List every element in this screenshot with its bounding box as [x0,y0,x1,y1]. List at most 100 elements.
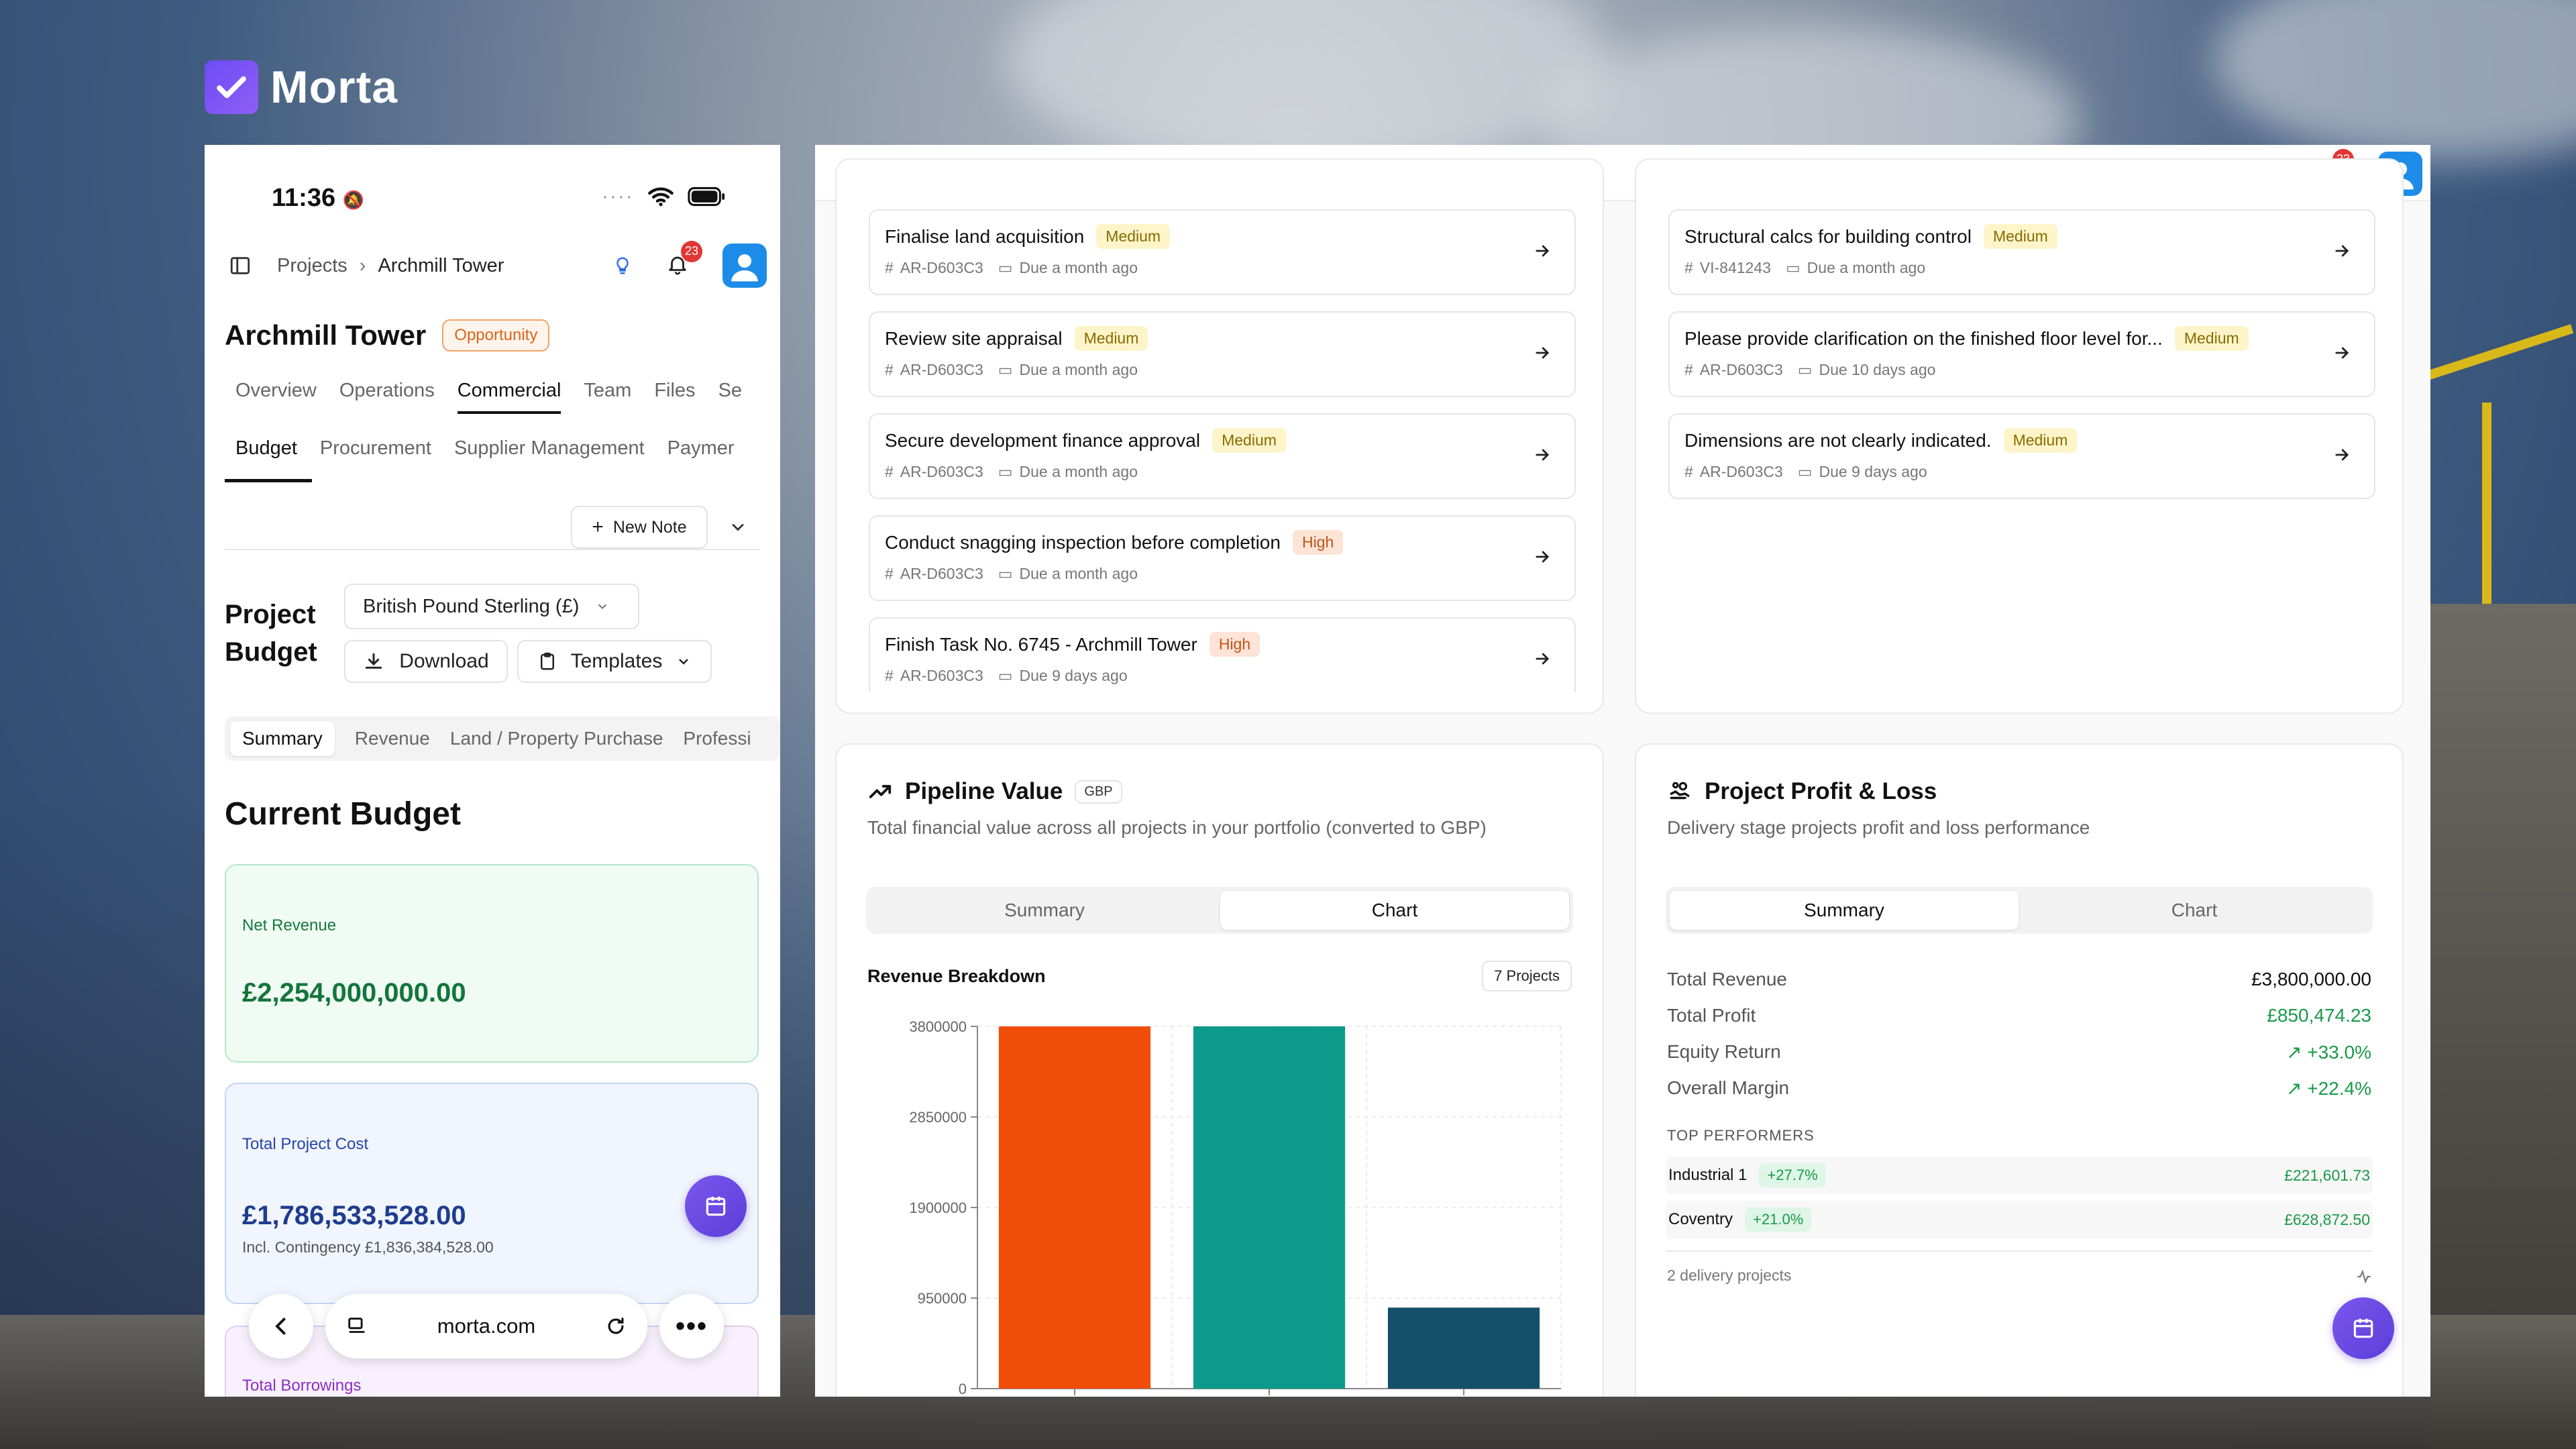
tab-revenue[interactable]: Revenue [355,728,430,749]
arrow-right-icon[interactable] [1533,649,1552,668]
ellipsis-icon: ••• [675,1311,708,1341]
calendar-icon: ▭ [1785,259,1801,276]
signal-icon: ···· [602,185,634,207]
tab-commercial[interactable]: Commercial [457,380,561,414]
hash-icon: # [1684,361,1693,378]
calendar-fab-button[interactable] [685,1175,747,1237]
toggle-chart[interactable]: Chart [2020,891,2369,930]
tab-summary[interactable]: Summary [230,721,335,756]
revenue-bar-chart: 0 950000 1900000 2850000 3800000 [909,1018,1562,1397]
task-item[interactable]: Dimensions are not clearly indicated. Med… [1668,413,2375,499]
currency-value: British Pound Sterling (£) [363,595,580,617]
task-item[interactable]: Review site appraisal Medium # AR-D603C3 ▭ D… [869,311,1576,397]
breadcrumb-current[interactable]: Archmill Tower [378,255,504,277]
tabs-icon [348,1318,365,1333]
arrow-right-icon[interactable] [2332,343,2351,362]
y-tick-label: 3800000 [909,1018,967,1035]
new-note-button[interactable]: + New Note [571,506,708,549]
task-title: Conduct snagging inspection before compl… [885,531,1281,553]
pl-title: Project Profit & Loss [1705,778,1937,804]
tab-overview[interactable]: Overview [235,380,317,414]
performer-change: +21.0% [1745,1208,1812,1232]
priority-badge: Medium [1983,224,2057,249]
more-options-button[interactable] [721,511,755,544]
task-item[interactable]: Conduct snagging inspection before compl… [869,515,1576,601]
hash-icon: # [1684,259,1693,276]
pl-value: +33.0% [2307,1042,2371,1063]
chevron-left-icon [275,1318,286,1335]
status-badge: Opportunity [442,319,550,352]
notifications-button[interactable]: 23 [666,240,702,279]
address-bar[interactable]: morta.com [325,1294,647,1358]
currency-badge: GBP [1075,780,1122,804]
task-ref: AR-D603C3 [1699,463,1783,480]
tab-supplier-management[interactable]: Supplier Management [454,437,645,460]
task-due: Due a month ago [1019,259,1138,276]
breadcrumb-projects[interactable]: Projects [277,255,347,277]
currency-select[interactable]: British Pound Sterling (£) [344,584,639,629]
arrow-right-icon[interactable] [1533,547,1552,566]
calendar-fab-button[interactable] [2332,1297,2394,1359]
toggle-summary[interactable]: Summary [870,891,1219,930]
calendar-icon: ▭ [998,259,1013,276]
toggle-chart[interactable]: Chart [1220,891,1569,930]
performer-amount: £221,601.73 [2284,1166,2370,1184]
task-due: Due a month ago [1019,361,1138,378]
hash-icon: # [885,667,894,684]
task-item[interactable]: Please provide clarification on the fini… [1668,311,2375,397]
arrow-right-icon[interactable] [1533,343,1552,362]
arrow-right-icon[interactable] [1533,241,1552,260]
task-item[interactable]: Finish Task No. 6745 - Archmill Tower Hig… [869,617,1576,692]
tasks-panel-left: Finalise land acquisition Medium # AR-D603… [835,158,1604,714]
tab-budget[interactable]: Budget [235,437,297,460]
hash-icon: # [885,565,894,582]
pl-label: Overall Margin [1667,1077,1790,1098]
task-title: Finalise land acquisition [885,225,1085,247]
tasks-panel-right: Structural calcs for building control Med… [1635,158,2404,714]
tab-professional[interactable]: Professi [683,728,751,749]
reload-icon[interactable] [604,1315,627,1338]
hash-icon: # [885,463,894,480]
avatar[interactable] [722,244,767,288]
task-ref: AR-D603C3 [900,361,983,378]
priority-badge: Medium [1074,326,1148,351]
templates-label: Templates [570,650,663,672]
arrow-right-icon[interactable] [1533,445,1552,464]
brand-name: Morta [270,62,398,113]
hand-coins-icon [1670,782,1690,800]
task-due: Due 9 days ago [1819,463,1927,480]
more-button[interactable]: ••• [659,1294,724,1358]
sidebar-toggle-icon[interactable] [229,254,252,277]
download-button[interactable]: Download [344,640,508,683]
tab-team[interactable]: Team [584,380,631,414]
pipeline-value-panel: Pipeline Value GBP Total financial value… [835,743,1604,1397]
commercial-subtabs: Budget Procurement Supplier Management P… [235,437,735,460]
tab-more[interactable]: Se [718,380,742,414]
task-ref: AR-D603C3 [900,565,983,582]
net-revenue-value: £2,254,000,000.00 [242,978,466,1008]
toggle-summary[interactable]: Summary [1670,891,2019,930]
divider [225,549,760,550]
status-bar: 11:36 🔕 ···· [205,172,780,225]
priority-badge: Medium [1212,428,1286,453]
total-cost-card: Total Project Cost £1,786,533,528.00 Inc… [225,1083,759,1304]
tab-operations[interactable]: Operations [339,380,435,414]
tab-procurement[interactable]: Procurement [320,437,431,460]
arrow-right-icon[interactable] [2332,445,2351,464]
download-icon [366,653,382,669]
tab-files[interactable]: Files [654,380,695,414]
back-button[interactable] [249,1294,313,1358]
performer-row: Coventry +21.0% £628,872.50 [1666,1201,2373,1238]
project-title: Archmill Tower [225,319,427,351]
task-ref: AR-D603C3 [1699,361,1783,378]
lightbulb-icon[interactable] [612,254,633,277]
task-item[interactable]: Finalise land acquisition Medium # AR-D603… [869,209,1576,295]
task-item[interactable]: Secure development finance approval Mediu… [869,413,1576,499]
system-icons: ···· [602,185,727,208]
templates-button[interactable]: Templates [517,640,712,683]
tab-land-property[interactable]: Land / Property Purchase [450,728,663,749]
task-item[interactable]: Structural calcs for building control Med… [1668,209,2375,295]
calendar-icon: ▭ [998,361,1013,378]
tab-payments[interactable]: Paymer [667,437,735,460]
arrow-right-icon[interactable] [2332,241,2351,260]
